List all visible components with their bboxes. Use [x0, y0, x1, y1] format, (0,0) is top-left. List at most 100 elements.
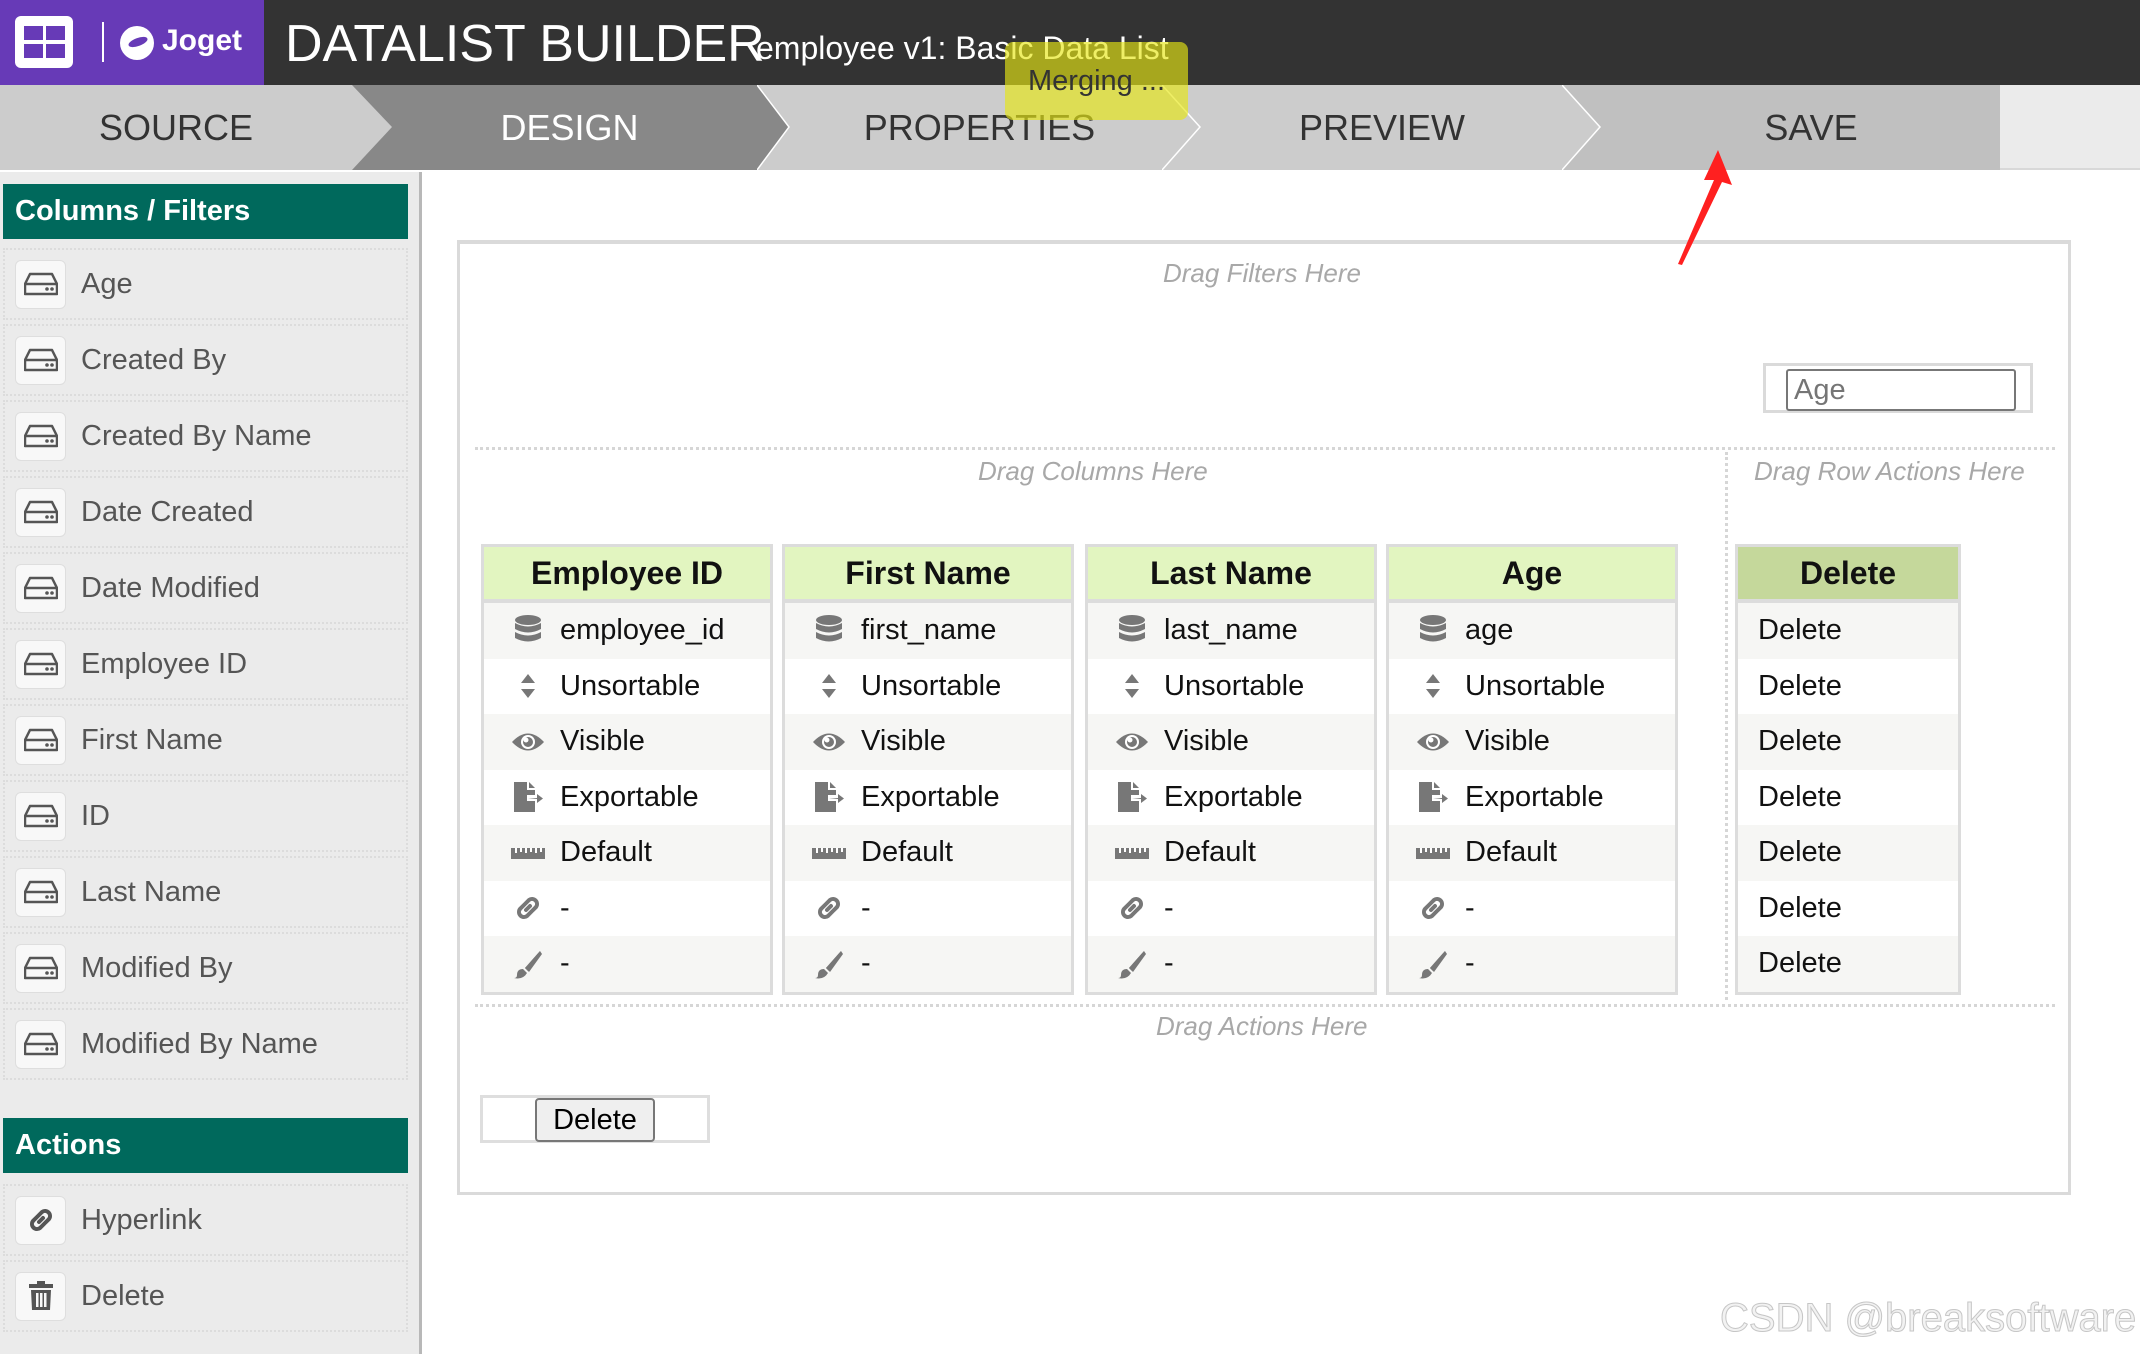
column-property-value: employee_id	[560, 614, 725, 647]
brand-divider	[102, 22, 104, 62]
column-property-value: -	[560, 891, 570, 924]
column-property-row: -	[785, 881, 1071, 937]
sidebar-item-created-by[interactable]: Created By	[3, 324, 408, 396]
column-header: Employee ID	[484, 547, 770, 603]
hdd-icon	[15, 1019, 66, 1069]
drag-filters-hint: Drag Filters Here	[1163, 258, 1361, 288]
row-action-value: Delete	[1758, 669, 1842, 702]
column-first-name[interactable]: First Name first_name Unsortable Visible Exp…	[782, 544, 1074, 995]
column-property-row: Exportable	[1088, 770, 1374, 826]
hdd-icon	[15, 943, 66, 993]
action-delete[interactable]: Delete	[480, 1095, 710, 1143]
sidebar-item-label: Date Modified	[81, 571, 260, 604]
row-action-value: Delete	[1758, 614, 1842, 647]
sidebar-item-first-name[interactable]: First Name	[3, 704, 408, 776]
column-property-row: Default	[785, 825, 1071, 881]
sidebar-item-delete[interactable]: Delete	[3, 1260, 408, 1332]
database-icon	[1415, 614, 1451, 647]
row-action-row: Delete	[1738, 603, 1958, 659]
column-property-row: -	[484, 936, 770, 992]
drag-columns-hint: Drag Columns Here	[978, 456, 1208, 486]
sidebar-item-label: Hyperlink	[81, 1203, 202, 1236]
tab-design[interactable]: DESIGN	[352, 85, 757, 170]
page-title: DATALIST BUILDER	[285, 15, 765, 73]
age-filter-input[interactable]	[1786, 369, 2016, 411]
columns-filters-header: Columns / Filters	[3, 184, 408, 239]
export-icon	[510, 781, 546, 813]
row-action-row: Delete	[1738, 659, 1958, 715]
trash-icon	[15, 1271, 66, 1321]
sidebar-item-label: Modified By	[81, 951, 233, 984]
column-property-value: Visible	[1465, 725, 1550, 758]
hdd-icon	[15, 487, 66, 537]
column-property-row: first_name	[785, 603, 1071, 659]
column-property-value: Visible	[861, 725, 946, 758]
column-property-row: Unsortable	[785, 659, 1071, 715]
column-property-value: Default	[861, 836, 953, 869]
sidebar-item-id[interactable]: ID	[3, 780, 408, 852]
column-property-value: first_name	[861, 614, 997, 647]
column-property-row: -	[1389, 936, 1675, 992]
column-property-value: Default	[560, 836, 652, 869]
column-property-row: Unsortable	[1088, 659, 1374, 715]
sidebar-item-label: Age	[81, 267, 133, 300]
paintbrush-icon	[811, 948, 847, 980]
column-property-row: Visible	[1389, 714, 1675, 770]
row-action-delete[interactable]: Delete Delete Delete Delete Delete Delete Del…	[1735, 544, 1961, 995]
hdd-icon	[15, 563, 66, 613]
column-property-value: -	[1465, 947, 1475, 980]
row-action-row: Delete	[1738, 770, 1958, 826]
column-property-value: Exportable	[560, 780, 699, 813]
sidebar-item-date-created[interactable]: Date Created	[3, 476, 408, 548]
link-icon	[811, 892, 847, 924]
tab-save[interactable]: SAVE	[1562, 85, 2000, 170]
hdd-icon	[15, 335, 66, 385]
sidebar-item-modified-by[interactable]: Modified By	[3, 932, 408, 1004]
eye-icon	[1415, 726, 1451, 758]
drag-actions-hint: Drag Actions Here	[1156, 1011, 1368, 1041]
sidebar-item-created-by-name[interactable]: Created By Name	[3, 400, 408, 472]
sidebar-item-employee-id[interactable]: Employee ID	[3, 628, 408, 700]
sidebar-item-last-name[interactable]: Last Name	[3, 856, 408, 928]
tab-preview[interactable]: PREVIEW	[1162, 85, 1562, 170]
sidebar-item-label: Created By	[81, 343, 227, 376]
row-action-value: Delete	[1758, 891, 1842, 924]
apps-grid-icon[interactable]	[15, 16, 73, 68]
row-actions-divider	[1725, 452, 1728, 1000]
hdd-icon	[15, 259, 66, 309]
sidebar-item-label: Date Created	[81, 495, 254, 528]
tab-source[interactable]: SOURCE	[0, 85, 352, 170]
column-header: Last Name	[1088, 547, 1374, 603]
sort-icon	[510, 670, 546, 702]
sidebar-item-date-modified[interactable]: Date Modified	[3, 552, 408, 624]
ruler-icon	[1415, 837, 1451, 869]
ruler-icon	[510, 837, 546, 869]
eye-icon	[811, 726, 847, 758]
column-property-row: Visible	[785, 714, 1071, 770]
sidebar-item-modified-by-name[interactable]: Modified By Name	[3, 1008, 408, 1080]
sidebar-item-age[interactable]: Age	[3, 248, 408, 320]
column-property-row: Default	[1088, 825, 1374, 881]
database-icon	[811, 614, 847, 647]
filter-age[interactable]	[1763, 363, 2033, 413]
row-action-row: Delete	[1738, 825, 1958, 881]
column-property-value: Unsortable	[560, 669, 701, 702]
sidebar-item-hyperlink[interactable]: Hyperlink	[3, 1184, 408, 1256]
column-property-row: age	[1389, 603, 1675, 659]
sidebar-item-label: Last Name	[81, 875, 222, 908]
annotation-arrow	[1678, 150, 1732, 265]
row-action-row: Delete	[1738, 936, 1958, 992]
column-age[interactable]: Age age Unsortable Visible Exportable Default…	[1386, 544, 1678, 995]
tab-label: SAVE	[1764, 106, 1858, 148]
column-last-name[interactable]: Last Name last_name Unsortable Visible Expor…	[1085, 544, 1377, 995]
column-employee-id[interactable]: Employee ID employee_id Unsortable Visible E…	[481, 544, 773, 995]
sidebar: Columns / Filters Age Created By Created B…	[0, 172, 422, 1354]
column-property-value: Default	[1164, 836, 1256, 869]
column-property-row: employee_id	[484, 603, 770, 659]
hdd-icon	[15, 715, 66, 765]
delete-action-button[interactable]: Delete	[535, 1098, 655, 1142]
row-action-value: Delete	[1758, 780, 1842, 813]
sort-icon	[811, 670, 847, 702]
link-icon	[1114, 892, 1150, 924]
column-property-value: last_name	[1164, 614, 1298, 647]
